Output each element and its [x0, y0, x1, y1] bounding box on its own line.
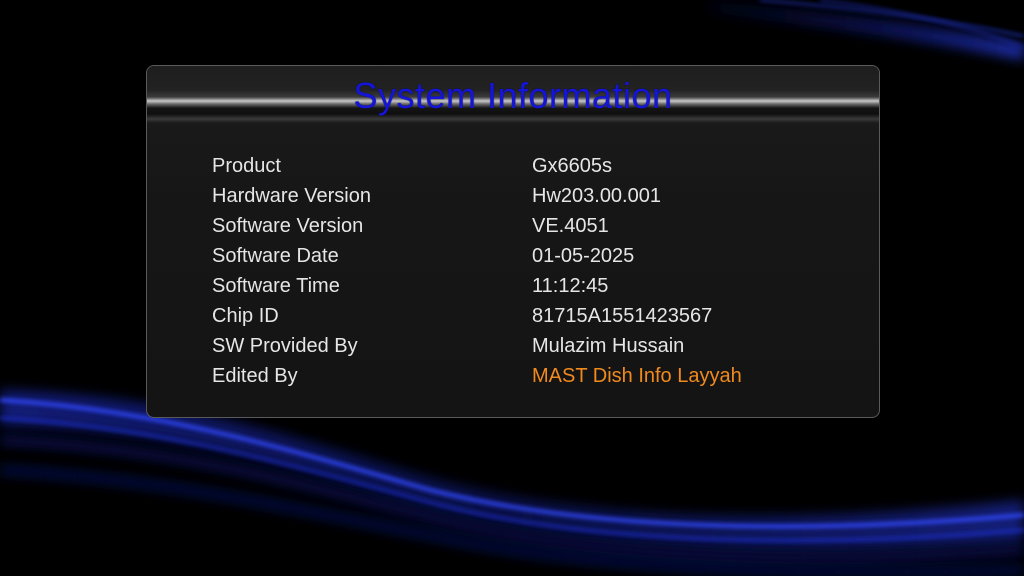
info-row-hardware-version: Hardware Version Hw203.00.001 — [147, 181, 879, 211]
info-label: Software Time — [212, 275, 340, 297]
info-row-software-version: Software Version VE.4051 — [147, 211, 879, 241]
info-value: Hw203.00.001 — [532, 185, 661, 207]
info-row-chip-id: Chip ID 81715A1551423567 — [147, 301, 879, 331]
info-label: Chip ID — [212, 305, 279, 327]
info-value: Gx6605s — [532, 155, 613, 177]
info-value: 81715A1551423567 — [532, 305, 713, 327]
info-row-product: Product Gx6605s — [147, 151, 879, 181]
system-information-dialog: System Information Product Gx6605s Hardw… — [146, 65, 880, 418]
info-row-software-date: Software Date 01-05-2025 — [147, 241, 879, 271]
info-label: Edited By — [212, 365, 298, 387]
info-label: Software Date — [212, 245, 339, 267]
info-label: Hardware Version — [212, 185, 371, 207]
info-value-highlighted: MAST Dish Info Layyah — [532, 365, 742, 387]
dialog-title: System Information — [353, 75, 673, 116]
info-row-software-time: Software Time 11:12:45 — [147, 271, 879, 301]
info-value: Mulazim Hussain — [532, 335, 685, 357]
info-row-sw-provided-by: SW Provided By Mulazim Hussain — [147, 331, 879, 361]
info-value: VE.4051 — [532, 215, 609, 237]
info-value: 01-05-2025 — [532, 245, 635, 267]
info-label: Software Version — [212, 215, 364, 237]
info-label: Product — [212, 155, 281, 177]
tv-screen: System Information Product Gx6605s Hardw… — [0, 0, 1024, 576]
info-row-edited-by: Edited By MAST Dish Info Layyah — [147, 361, 879, 391]
info-label: SW Provided By — [212, 335, 358, 357]
info-value: 11:12:45 — [532, 275, 609, 297]
